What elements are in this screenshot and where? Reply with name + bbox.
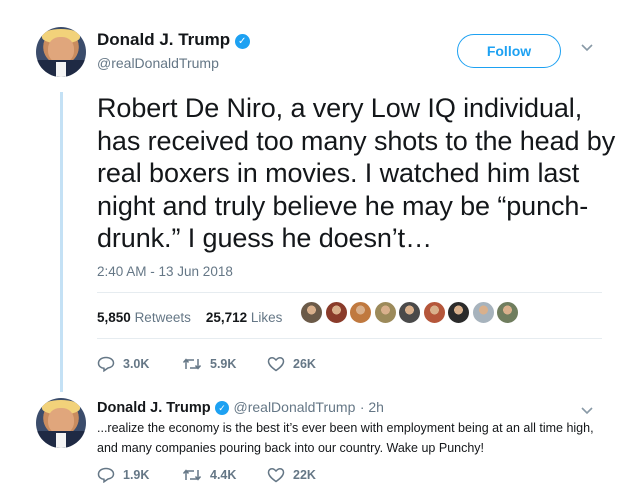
tweet-timestamp[interactable]: 2:40 AM - 13 Jun 2018 — [97, 264, 233, 279]
reply-author-name[interactable]: Donald J. Trump — [97, 400, 211, 416]
reply-button[interactable]: 1.9K — [97, 467, 182, 483]
liker-avatar[interactable] — [471, 301, 495, 324]
divider — [97, 338, 602, 339]
retweet-button[interactable]: 5.9K — [182, 356, 267, 372]
reply-button[interactable]: 3.0K — [97, 356, 182, 372]
retweet-icon — [182, 469, 202, 481]
like-button[interactable]: 22K — [267, 467, 316, 483]
like-icon — [267, 356, 285, 372]
reply-text: ...realize the economy is the best it’s … — [97, 421, 594, 455]
divider — [97, 292, 602, 293]
reply-author-handle[interactable]: @realDonaldTrump — [234, 399, 356, 415]
verified-badge-icon: ✓ — [215, 401, 230, 415]
like-icon — [267, 467, 285, 483]
reply-header: Donald J. Trump ✓ @realDonaldTrump · 2h — [97, 399, 384, 417]
reply-time[interactable]: · 2h — [360, 399, 384, 415]
liker-avatar[interactable] — [349, 301, 372, 324]
like-button[interactable]: 26K — [267, 356, 316, 372]
retweet-icon — [182, 358, 202, 370]
thread-line — [60, 92, 63, 392]
tweet-text: Robert De Niro, a very Low IQ individual… — [97, 93, 616, 253]
reply-icon — [97, 356, 115, 372]
liker-avatars[interactable] — [300, 301, 521, 324]
liker-avatar[interactable] — [496, 301, 519, 324]
retweets-stat[interactable]: 5,850 Retweets — [97, 310, 191, 325]
likes-stat[interactable]: 25,712 Likes — [206, 310, 283, 325]
reply-avatar[interactable] — [36, 398, 86, 448]
tweet-actions: 3.0K 5.9K 26K — [97, 356, 316, 372]
engagement-stats: 5,850 Retweets 25,712 Likes — [97, 310, 282, 325]
author-name[interactable]: Donald J. Trump — [97, 30, 230, 49]
liker-avatar[interactable] — [373, 301, 397, 324]
liker-avatar[interactable] — [422, 301, 446, 324]
follow-button[interactable]: Follow — [457, 34, 561, 68]
reply-actions: 1.9K 4.4K 22K — [97, 467, 316, 483]
retweet-button[interactable]: 4.4K — [182, 467, 267, 483]
reply-icon — [97, 467, 115, 483]
liker-avatar[interactable] — [300, 301, 323, 324]
verified-badge-icon: ✓ — [234, 34, 250, 49]
liker-avatar[interactable] — [324, 301, 348, 324]
author-header: Donald J. Trump ✓ — [97, 30, 250, 50]
liker-avatar[interactable] — [398, 301, 421, 324]
chevron-down-icon[interactable] — [580, 40, 594, 57]
avatar[interactable] — [36, 27, 86, 77]
author-handle[interactable]: @realDonaldTrump — [97, 55, 219, 71]
liker-avatar[interactable] — [447, 301, 470, 324]
